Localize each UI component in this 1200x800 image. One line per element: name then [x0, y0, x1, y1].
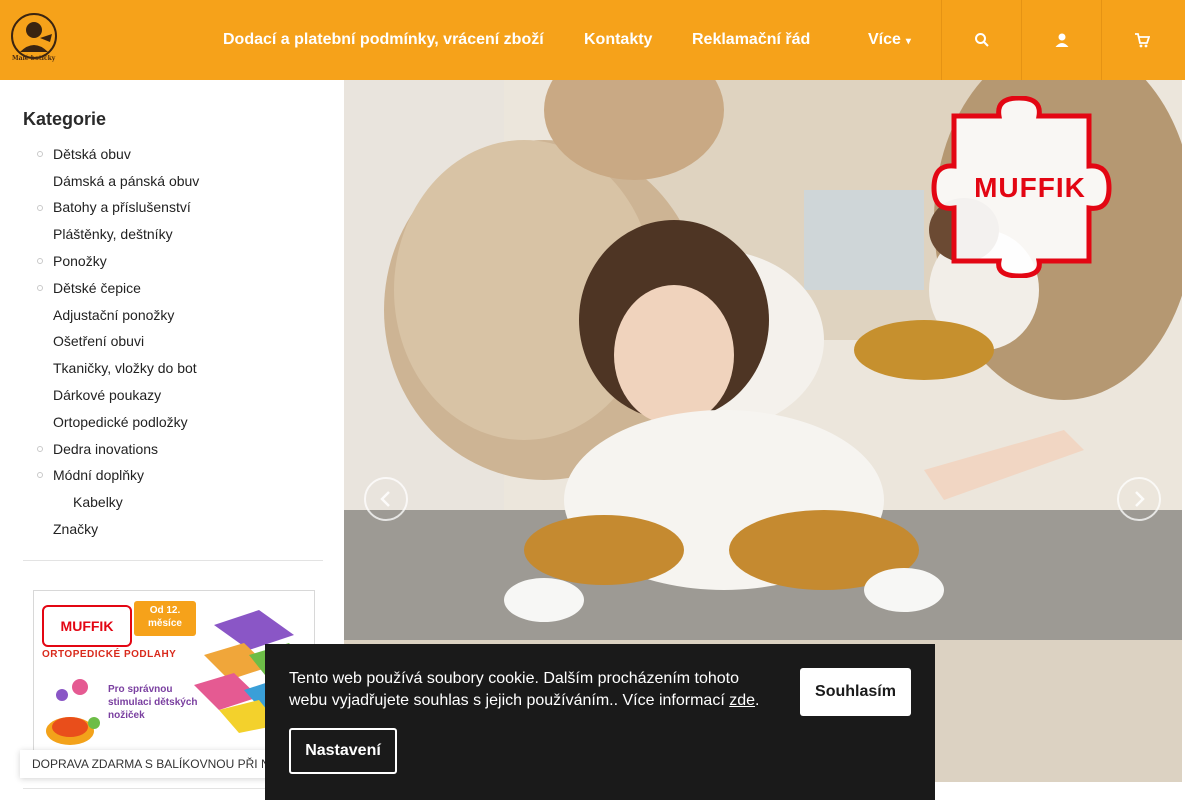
hero-brand-label: MUFFIK [974, 172, 1086, 203]
user-account-button[interactable] [1021, 0, 1101, 80]
cookie-message-end: . [755, 692, 760, 709]
nav-complaints[interactable]: Reklamační řád [692, 0, 810, 80]
bullet-icon [37, 285, 43, 291]
turtle-illustration [46, 679, 100, 745]
category-item-socks[interactable]: Ponožky [53, 253, 107, 269]
nav-delivery-terms[interactable]: Dodací a platební podmínky, vrácení zbož… [223, 0, 544, 80]
bullet-icon [37, 446, 43, 452]
chevron-down-icon: ▾ [905, 35, 911, 47]
category-item-kids-shoes[interactable]: Dětská obuv [53, 146, 131, 162]
category-item-dedra[interactable]: Dedra inovations [53, 441, 158, 457]
cookie-message: Tento web používá soubory cookie. Dalším… [289, 668, 779, 712]
bullet-icon [37, 205, 43, 211]
free-shipping-notice[interactable]: DOPRAVA ZDARMA S BALÍKOVNOU PŘI N [20, 750, 292, 778]
category-item-brands[interactable]: Značky [53, 521, 98, 537]
sidebar-divider [23, 560, 323, 561]
nav-contacts[interactable]: Kontakty [584, 0, 652, 80]
slider-next-button[interactable] [1117, 477, 1161, 521]
category-item-fashion[interactable]: Módní doplňky [53, 467, 144, 483]
category-item-shoe-care[interactable]: Ošetření obuvi [53, 333, 144, 349]
slider-prev-button[interactable] [364, 477, 408, 521]
chevron-left-icon [380, 491, 390, 507]
user-icon [1055, 33, 1068, 47]
category-item-gift-vouchers[interactable]: Dárkové poukazy [53, 387, 161, 403]
category-item-adult-shoes[interactable]: Dámská a pánská obuv [53, 173, 199, 189]
cart-button[interactable] [1101, 0, 1181, 80]
search-button[interactable] [941, 0, 1021, 80]
category-item-laces[interactable]: Tkaničky, vložky do bot [53, 360, 197, 376]
categories-heading: Kategorie [23, 109, 107, 129]
cookie-message-text: Tento web používá soubory cookie. Dalším… [289, 670, 740, 709]
bullet-icon [37, 258, 43, 264]
search-icon [974, 33, 989, 47]
logo-caption: Malé botičky [12, 55, 56, 62]
category-item-orthopedic-mats[interactable]: Ortopedické podložky [53, 414, 188, 430]
nav-more-label: Více [868, 31, 901, 48]
chevron-right-icon [1135, 491, 1145, 507]
cookie-settings-button[interactable]: Nastavení [289, 728, 397, 774]
cookie-more-info-link[interactable]: zde [729, 692, 755, 709]
bullet-icon [37, 472, 43, 478]
category-item-raincoats[interactable]: Pláštěnky, deštníky [53, 226, 173, 242]
banner-brand-logo: MUFFIK [42, 605, 132, 647]
nav-more[interactable]: Více ▾ [868, 0, 911, 80]
cart-icon [1134, 33, 1150, 48]
category-item-backpacks[interactable]: Batohy a příslušenství [53, 199, 191, 215]
category-subitem-handbags[interactable]: Kabelky [73, 494, 123, 510]
category-item-adjust-socks[interactable]: Adjustační ponožky [53, 307, 174, 323]
cookie-accept-button[interactable]: Souhlasím [800, 668, 911, 716]
banner-headline: ORTOPEDICKÉ PODLAHY [42, 649, 177, 660]
bullet-icon [37, 151, 43, 157]
category-item-kids-hats[interactable]: Dětské čepice [53, 280, 141, 296]
